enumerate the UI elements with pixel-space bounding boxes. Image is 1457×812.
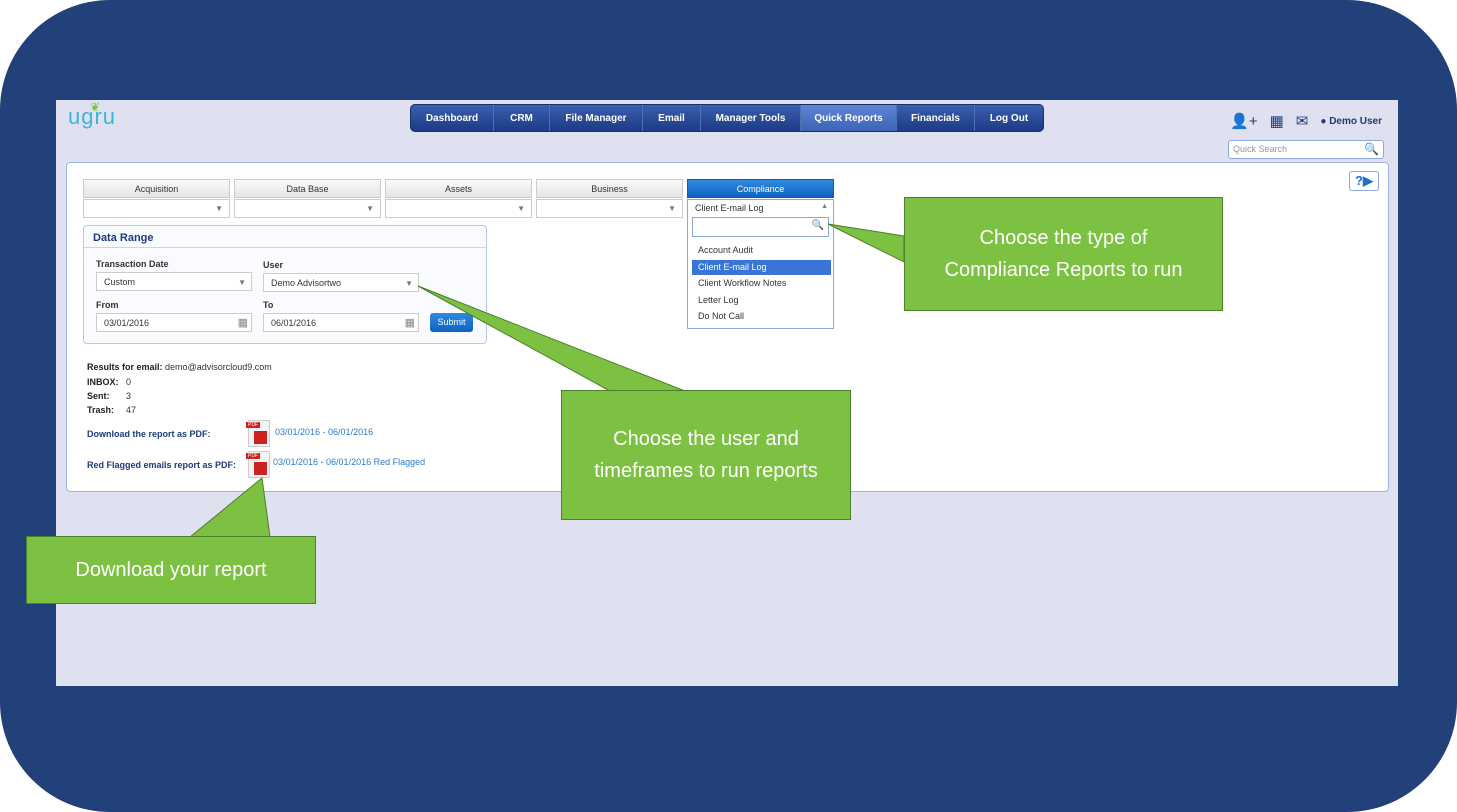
- trash-count: Trash: 47: [87, 405, 136, 415]
- tab-data-base[interactable]: Data Base: [234, 179, 381, 198]
- user-value: Demo Advisortwo: [271, 278, 342, 288]
- compliance-dropdown[interactable]: Client E-mail Log ▲ 🔍 Account Audit Clie…: [687, 199, 834, 329]
- chevron-down-icon: ▼: [668, 204, 676, 213]
- search-icon: 🔍: [811, 220, 824, 231]
- main-nav: Dashboard CRM File Manager Email Manager…: [410, 104, 1044, 132]
- data-range-title: Data Range: [84, 226, 486, 248]
- submit-button[interactable]: Submit: [430, 313, 473, 332]
- logo[interactable]: ❦ ugru: [68, 100, 116, 130]
- flagged-report-link[interactable]: 03/01/2016 - 06/01/2016 Red Flagged: [273, 457, 425, 467]
- nav-financials[interactable]: Financials: [897, 105, 975, 131]
- nav-file-manager[interactable]: File Manager: [550, 105, 643, 131]
- nav-log-out[interactable]: Log Out: [975, 105, 1043, 131]
- option-letter-log[interactable]: Letter Log: [692, 293, 831, 308]
- from-date-input[interactable]: 03/01/2016 ▦: [96, 313, 252, 332]
- tab-assets[interactable]: Assets: [385, 179, 532, 198]
- chevron-down-icon: ▼: [405, 279, 413, 288]
- inbox-label: INBOX:: [87, 377, 119, 387]
- acrobat-mark: [254, 462, 267, 475]
- results-email-label: Results for email:: [87, 362, 163, 372]
- compliance-selected[interactable]: Client E-mail Log: [688, 200, 833, 216]
- search-icon[interactable]: 🔍: [1364, 142, 1379, 156]
- calendar-icon[interactable]: ▦: [1270, 112, 1284, 130]
- pdf-tag: PDF: [246, 422, 260, 428]
- chevron-down-icon: ▼: [238, 278, 246, 287]
- download-label: Download the report as PDF:: [87, 429, 211, 439]
- pdf-tag: PDF: [246, 453, 260, 459]
- sent-count: Sent: 3: [87, 391, 131, 401]
- inbox-value: 0: [126, 377, 132, 387]
- tab-compliance[interactable]: Compliance: [687, 179, 834, 198]
- option-client-email-log[interactable]: Client E-mail Log: [692, 260, 831, 275]
- sent-label: Sent:: [87, 391, 110, 401]
- acquisition-select[interactable]: ▼: [83, 199, 230, 218]
- trash-label: Trash:: [87, 405, 115, 415]
- inbox-count: INBOX: 0: [87, 377, 131, 387]
- user-menu[interactable]: ● Demo User: [1320, 116, 1382, 127]
- option-do-not-call[interactable]: Do Not Call: [692, 309, 831, 324]
- nav-crm[interactable]: CRM: [494, 105, 550, 131]
- option-client-workflow-notes[interactable]: Client Workflow Notes: [692, 276, 831, 291]
- from-date-value: 03/01/2016: [104, 318, 150, 328]
- transaction-date-value: Custom: [104, 277, 136, 287]
- data-base-select[interactable]: ▼: [234, 199, 381, 218]
- help-button[interactable]: ?▶: [1349, 171, 1379, 191]
- flagged-label: Red Flagged emails report as PDF:: [87, 460, 237, 470]
- transaction-date-label: Transaction Date: [96, 259, 169, 269]
- calendar-icon[interactable]: ▦: [405, 316, 415, 329]
- callout-user: Choose the user and timeframes to run re…: [561, 390, 851, 520]
- transaction-date-select[interactable]: Custom ▼: [96, 272, 252, 291]
- calendar-icon[interactable]: ▦: [238, 316, 248, 329]
- pdf-icon[interactable]: PDF: [246, 451, 270, 478]
- acrobat-mark: [254, 431, 267, 444]
- to-label: To: [263, 300, 274, 310]
- chevron-down-icon: ▼: [517, 204, 525, 213]
- trash-value: 47: [126, 405, 137, 415]
- user-name: Demo User: [1329, 115, 1382, 127]
- results-email-value: demo@advisorcloud9.com: [165, 362, 272, 372]
- nav-quick-reports[interactable]: Quick Reports: [801, 105, 897, 131]
- download-report-link[interactable]: 03/01/2016 - 06/01/2016: [275, 427, 373, 437]
- business-select[interactable]: ▼: [536, 199, 683, 218]
- from-label: From: [96, 300, 119, 310]
- search-placeholder: Quick Search: [1233, 144, 1288, 154]
- header-icons: 👤+ ▦ ✉ ● Demo User: [1230, 112, 1382, 130]
- results-email: Results for email: demo@advisorcloud9.co…: [87, 362, 272, 372]
- user-select[interactable]: Demo Advisortwo ▼: [263, 273, 419, 292]
- data-range-box: Data Range Transaction Date Custom ▼ User…: [83, 225, 487, 344]
- pdf-icon[interactable]: PDF: [246, 420, 270, 447]
- chevron-down-icon: ▼: [215, 204, 223, 213]
- sprout-icon: ❦: [90, 100, 102, 114]
- to-date-input[interactable]: 06/01/2016 ▦: [263, 313, 419, 332]
- tab-acquisition[interactable]: Acquisition: [83, 179, 230, 198]
- add-user-icon[interactable]: 👤+: [1230, 112, 1257, 130]
- quick-search-input[interactable]: Quick Search 🔍: [1228, 140, 1384, 159]
- user-icon: ●: [1320, 115, 1327, 127]
- sent-value: 3: [126, 391, 132, 401]
- chevron-up-icon: ▲: [821, 203, 828, 210]
- tab-business[interactable]: Business: [536, 179, 683, 198]
- assets-select[interactable]: ▼: [385, 199, 532, 218]
- to-date-value: 06/01/2016: [271, 318, 317, 328]
- dropdown-search-input[interactable]: 🔍: [692, 217, 829, 237]
- callout-compliance: Choose the type of Compliance Reports to…: [904, 197, 1223, 311]
- nav-email[interactable]: Email: [643, 105, 701, 131]
- nav-dashboard[interactable]: Dashboard: [411, 105, 494, 131]
- callout-download: Download your report: [26, 536, 316, 604]
- nav-manager-tools[interactable]: Manager Tools: [701, 105, 801, 131]
- chevron-down-icon: ▼: [366, 204, 374, 213]
- mail-icon[interactable]: ✉: [1296, 112, 1309, 130]
- user-label: User: [263, 260, 284, 270]
- option-account-audit[interactable]: Account Audit: [692, 243, 831, 258]
